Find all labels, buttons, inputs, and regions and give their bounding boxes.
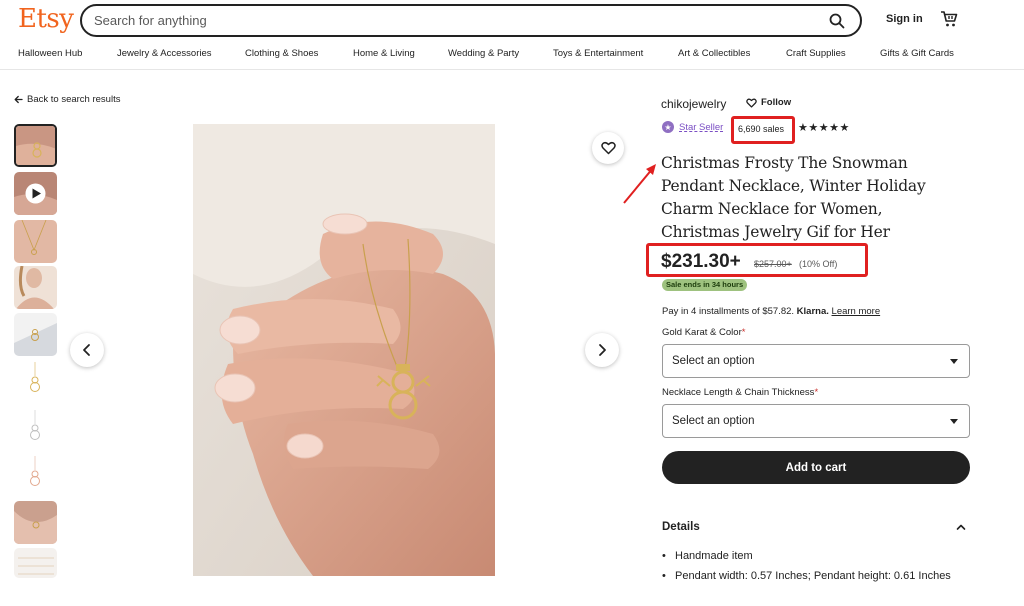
installments-info: Pay in 4 installments of $57.82. Klarna.… <box>662 306 880 317</box>
original-price: $257.00+ <box>754 259 792 269</box>
add-to-cart-button[interactable]: Add to cart <box>662 451 970 484</box>
etsy-logo[interactable]: Etsy <box>18 4 74 34</box>
chevron-up-icon[interactable] <box>956 523 966 531</box>
length-label-text: Necklace Length & Chain Thickness <box>662 387 815 398</box>
category-nav: Halloween Hub Jewelry & Accessories Clot… <box>0 48 1024 62</box>
sign-in-link[interactable]: Sign in <box>886 13 923 25</box>
thumbnail-3[interactable] <box>14 220 57 263</box>
learn-more-link[interactable]: Learn more <box>832 306 881 317</box>
sale-ends-badge: Sale ends in 34 hours <box>662 279 748 291</box>
details-heading[interactable]: Details <box>662 521 700 533</box>
shop-name-link[interactable]: chikojewelry <box>661 97 726 111</box>
thumbnail-4[interactable] <box>14 266 57 309</box>
nav-item-halloween[interactable]: Halloween Hub <box>18 48 82 59</box>
annotation-arrow <box>623 164 656 204</box>
chevron-right-icon <box>599 344 606 356</box>
nav-item-gifts[interactable]: Gifts & Gift Cards <box>880 48 954 59</box>
nav-item-craft[interactable]: Craft Supplies <box>786 48 846 59</box>
next-image-button[interactable] <box>585 333 619 367</box>
required-mark: * <box>814 387 819 398</box>
thumbnail-10[interactable] <box>14 548 57 578</box>
product-title: Christmas Frosty The Snowman Pendant Nec… <box>661 154 926 241</box>
follow-button[interactable]: Follow <box>746 97 791 108</box>
cart-icon[interactable] <box>940 10 958 28</box>
nav-item-jewelry[interactable]: Jewelry & Accessories <box>117 48 212 59</box>
search-input[interactable] <box>94 13 820 28</box>
search-icon[interactable] <box>820 6 854 35</box>
star-seller-row: ★ Star Seller <box>662 121 723 133</box>
nav-item-toys[interactable]: Toys & Entertainment <box>553 48 643 59</box>
prev-image-button[interactable] <box>70 333 104 367</box>
header-divider <box>0 69 1024 70</box>
product-price: $231.30+ <box>661 251 741 272</box>
karat-select[interactable]: Select an option <box>662 344 970 378</box>
required-mark: * <box>741 327 746 338</box>
thumbnail-9[interactable] <box>14 501 57 544</box>
thumbnail-1[interactable] <box>14 124 57 167</box>
back-label: Back to search results <box>27 94 121 105</box>
discount-label: (10% Off) <box>799 259 838 269</box>
karat-select-value: Select an option <box>672 355 755 367</box>
nav-item-wedding[interactable]: Wedding & Party <box>448 48 519 59</box>
details-list: Handmade item Pendant width: 0.57 Inches… <box>662 546 962 586</box>
length-select[interactable]: Select an option <box>662 404 970 438</box>
klarna-logo: Klarna. <box>796 306 829 317</box>
karat-label: Gold Karat & Color* <box>662 327 745 338</box>
back-to-results-link[interactable]: Back to search results <box>14 94 120 105</box>
installments-text: Pay in 4 installments of $57.82. <box>662 306 795 317</box>
star-seller-icon: ★ <box>662 121 674 133</box>
details-item: Pendant width: 0.57 Inches; Pendant heig… <box>662 566 962 586</box>
nav-item-art[interactable]: Art & Collectibles <box>678 48 750 59</box>
follow-label: Follow <box>761 97 792 108</box>
arrow-left-icon <box>14 95 23 104</box>
rating-stars[interactable]: ★★★★★ <box>798 121 850 134</box>
nav-item-clothing[interactable]: Clothing & Shoes <box>245 48 318 59</box>
length-select-value: Select an option <box>672 415 755 427</box>
chevron-left-icon <box>83 344 90 356</box>
thumbnail-7[interactable] <box>14 408 57 451</box>
length-label: Necklace Length & Chain Thickness* <box>662 387 818 398</box>
sales-count: 6,690 sales <box>738 124 785 134</box>
star-seller-badge[interactable]: Star Seller <box>679 122 723 133</box>
details-item: Handmade item <box>662 546 962 566</box>
thumbnail-8[interactable] <box>14 454 57 497</box>
heart-icon <box>746 98 757 108</box>
caret-down-icon <box>950 359 958 364</box>
main-product-image[interactable] <box>193 124 495 576</box>
thumbnail-video[interactable] <box>14 172 57 215</box>
thumbnail-6[interactable] <box>14 360 57 403</box>
heart-icon <box>600 141 616 155</box>
thumbnail-5[interactable] <box>14 313 57 356</box>
search-bar[interactable] <box>80 4 862 37</box>
karat-label-text: Gold Karat & Color <box>662 327 742 338</box>
nav-item-home[interactable]: Home & Living <box>353 48 415 59</box>
caret-down-icon <box>950 419 958 424</box>
